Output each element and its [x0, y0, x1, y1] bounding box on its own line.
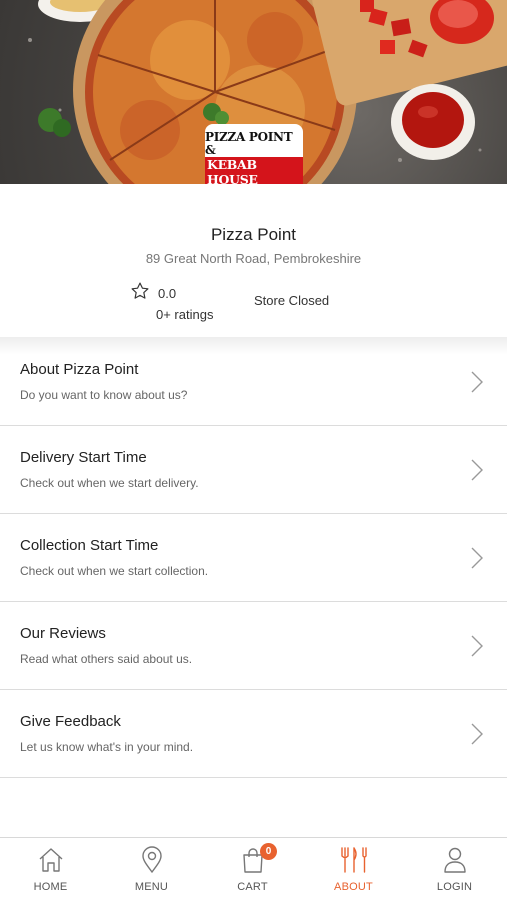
about-menu-list: About Pizza Point Do you want to know ab… [0, 338, 507, 778]
bottom-nav-bar: HOME MENU 0 CART ABOUT LOGIN [0, 837, 507, 900]
store-name: Pizza Point [210, 225, 297, 244]
nav-home-label: HOME [33, 881, 68, 893]
nav-menu-label: MENU [134, 881, 169, 893]
menu-item-title: Delivery Start Time [20, 449, 147, 466]
logo-line2: KEBAB HOUSE [205, 157, 303, 184]
menu-item-subtitle: Check out when we start delivery. [20, 476, 199, 490]
cart-count-badge: 0 [260, 843, 277, 860]
chevron-right-icon [471, 371, 483, 393]
menu-item-about[interactable]: About Pizza Point Do you want to know ab… [0, 338, 507, 426]
menu-item-subtitle: Do you want to know about us? [20, 388, 188, 402]
menu-item-subtitle: Read what others said about us. [20, 652, 193, 666]
nav-cart[interactable]: 0 CART [202, 838, 303, 900]
menu-item-delivery-start-time[interactable]: Delivery Start Time Check out when we st… [0, 426, 507, 514]
restaurant-logo: PIZZA POINT & KEBAB HOUSE [205, 124, 303, 184]
map-pin-icon [141, 846, 162, 874]
nav-about-label: ABOUT [334, 881, 373, 893]
menu-item-title: Collection Start Time [20, 537, 159, 554]
menu-item-title: About Pizza Point [20, 361, 139, 378]
user-icon [443, 847, 466, 873]
menu-item-subtitle: Let us know what's in your mind. [20, 740, 194, 754]
menu-item-title: Give Feedback [20, 713, 121, 730]
nav-menu[interactable]: MENU [101, 838, 202, 900]
store-address: 89 Great North Road, Pembrokeshire [145, 251, 362, 266]
store-status: Store Closed [254, 293, 330, 308]
nav-about[interactable]: ABOUT [303, 838, 404, 900]
nav-home[interactable]: HOME [0, 838, 101, 900]
fork-knife-icon [340, 847, 367, 873]
menu-item-collection-start-time[interactable]: Collection Start Time Check out when we … [0, 514, 507, 602]
nav-cart-label: CART [237, 881, 268, 893]
nav-login[interactable]: LOGIN [404, 838, 505, 900]
chevron-right-icon [471, 723, 483, 745]
ratings-count: 0+ ratings [156, 307, 214, 322]
home-icon [39, 848, 62, 872]
hero-banner: PIZZA POINT & KEBAB HOUSE [0, 0, 507, 184]
chevron-right-icon [471, 635, 483, 657]
menu-item-give-feedback[interactable]: Give Feedback Let us know what's in your… [0, 690, 507, 778]
star-icon [131, 282, 149, 299]
chevron-right-icon [471, 547, 483, 569]
menu-item-title: Our Reviews [20, 625, 106, 642]
menu-item-subtitle: Check out when we start collection. [20, 564, 209, 578]
logo-line1: PIZZA POINT & [205, 130, 293, 157]
menu-item-our-reviews[interactable]: Our Reviews Read what others said about … [0, 602, 507, 690]
rating-value: 0.0 [158, 286, 177, 301]
nav-login-label: LOGIN [436, 881, 473, 893]
chevron-right-icon [471, 459, 483, 481]
store-info: Pizza Point 89 Great North Road, Pembrok… [0, 184, 507, 340]
